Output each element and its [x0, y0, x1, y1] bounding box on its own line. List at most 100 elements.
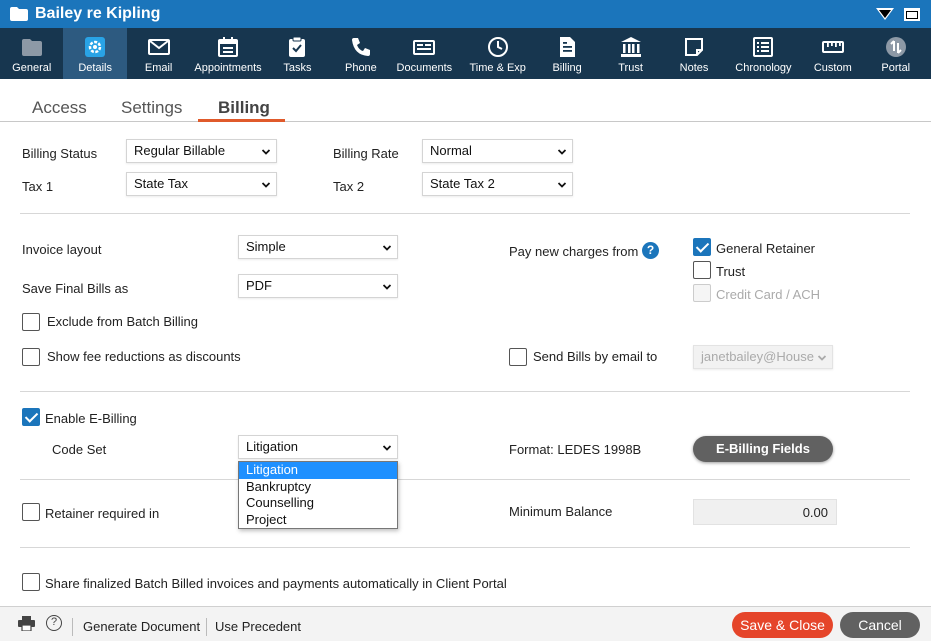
help-circle-icon[interactable]: ?	[46, 615, 62, 631]
share-portal-label: Share finalized Batch Billed invoices an…	[45, 576, 507, 591]
toolbar-tasks[interactable]: Tasks	[266, 28, 329, 79]
trust-label: Trust	[716, 264, 746, 279]
exclude-batch-label: Exclude from Batch Billing	[47, 314, 199, 329]
minimize-down-icon[interactable]	[876, 8, 894, 20]
cancel-button[interactable]: Cancel	[840, 612, 920, 638]
billing-status-label: Billing Status	[22, 146, 98, 161]
use-precedent-link[interactable]: Use Precedent	[215, 619, 301, 634]
billing-rate-label: Billing Rate	[333, 146, 399, 161]
generate-document-link[interactable]: Generate Document	[83, 619, 200, 634]
toolbar-label: Notes	[679, 62, 709, 74]
tax1-value: State Tax	[134, 176, 188, 191]
chevron-down-icon	[818, 355, 826, 361]
pay-from-label: Pay new charges from	[509, 244, 639, 259]
tab-bar: Access Settings Billing	[0, 79, 931, 122]
toolbar-details[interactable]: Details	[63, 28, 127, 79]
retainer-label: Retainer required in	[45, 506, 160, 521]
toolbar-label: Documents	[396, 62, 453, 74]
toolbar-notes[interactable]: Notes	[666, 28, 722, 79]
send-email-value: janetbailey@House	[701, 349, 814, 364]
toolbar-email[interactable]: Email	[127, 28, 190, 79]
toolbar-label: Billing	[552, 62, 582, 74]
toolbar-label: Phone	[344, 62, 377, 74]
dropdown-option[interactable]: Project	[239, 512, 397, 529]
show-fee-checkbox[interactable]	[22, 348, 40, 366]
general-retainer-checkbox[interactable]	[693, 238, 711, 256]
ebilling-fields-button[interactable]: E-Billing Fields	[693, 436, 833, 462]
section-divider	[20, 547, 910, 548]
save-final-value: PDF	[246, 278, 272, 293]
code-set-label: Code Set	[52, 442, 107, 457]
save-final-select[interactable]: PDF	[238, 274, 398, 298]
toolbar-label: Portal	[881, 62, 911, 74]
window-title: Bailey re Kipling	[35, 5, 161, 22]
envelope-icon	[147, 39, 170, 55]
tab-access[interactable]: Access	[32, 98, 87, 118]
toolbar-phone[interactable]: Phone	[329, 28, 392, 79]
ruler-icon	[821, 41, 844, 53]
toolbar-label: General	[12, 62, 52, 74]
billing-status-select[interactable]: Regular Billable	[126, 139, 277, 163]
code-set-dropdown: Litigation Bankruptcy Counselling Projec…	[238, 461, 398, 529]
toolbar-label: Email	[144, 62, 173, 74]
toolbar-general[interactable]: General	[0, 28, 63, 79]
retainer-checkbox[interactable]	[22, 503, 40, 521]
clock-icon	[487, 37, 508, 57]
section-divider	[20, 391, 910, 392]
documents-icon	[413, 40, 436, 55]
invoice-layout-select[interactable]: Simple	[238, 235, 398, 259]
toolbar-portal[interactable]: Portal	[861, 28, 931, 79]
toolbar-billing[interactable]: Billing	[539, 28, 595, 79]
chevron-down-icon	[383, 284, 391, 290]
clipboard-check-icon	[289, 36, 306, 57]
main-toolbar: General Details Email Appointments Tasks…	[0, 28, 931, 79]
chevron-down-icon	[262, 182, 270, 188]
tax1-select[interactable]: State Tax	[126, 172, 277, 196]
toolbar-label: Appointments	[194, 62, 262, 74]
toolbar-label: Time & Exp	[469, 62, 526, 74]
invoice-icon	[560, 37, 576, 57]
title-bar: Bailey re Kipling	[0, 0, 931, 28]
tax2-value: State Tax 2	[430, 176, 495, 191]
toolbar-documents[interactable]: Documents	[393, 28, 456, 79]
toolbar-chronology[interactable]: Chronology	[722, 28, 805, 79]
dropdown-option[interactable]: Litigation	[239, 462, 397, 479]
folder-icon	[21, 39, 42, 56]
min-balance-input[interactable]: 0.00	[693, 499, 837, 525]
code-set-value: Litigation	[246, 439, 299, 454]
gear-icon	[85, 37, 106, 57]
save-close-button[interactable]: Save & Close	[732, 612, 833, 638]
trust-checkbox[interactable]	[693, 261, 711, 279]
toolbar-label: Custom	[813, 62, 852, 74]
printer-icon[interactable]	[18, 616, 35, 632]
save-final-label: Save Final Bills as	[22, 281, 129, 296]
maximize-icon[interactable]	[904, 8, 920, 21]
code-set-select[interactable]: Litigation	[238, 435, 398, 459]
billing-status-value: Regular Billable	[134, 143, 226, 158]
help-icon[interactable]: ?	[642, 242, 659, 259]
toolbar-trust[interactable]: Trust	[595, 28, 666, 79]
send-email-checkbox[interactable]	[509, 348, 527, 366]
chevron-down-icon	[558, 149, 566, 155]
enable-ebilling-label: Enable E-Billing	[45, 411, 137, 426]
tax2-select[interactable]: State Tax 2	[422, 172, 573, 196]
section-divider	[20, 479, 910, 480]
billing-rate-select[interactable]: Normal	[422, 139, 573, 163]
send-email-label: Send Bills by email to	[533, 349, 658, 364]
toolbar-time-exp[interactable]: Time & Exp	[456, 28, 539, 79]
portal-icon	[885, 37, 906, 57]
tax1-label: Tax 1	[22, 179, 54, 194]
tab-settings[interactable]: Settings	[121, 98, 182, 118]
enable-ebilling-checkbox[interactable]	[22, 408, 40, 426]
send-email-select: janetbailey@House	[693, 345, 833, 369]
tab-billing[interactable]: Billing	[218, 98, 270, 118]
dropdown-option[interactable]: Bankruptcy	[239, 479, 397, 496]
share-portal-checkbox[interactable]	[22, 573, 40, 591]
dropdown-option[interactable]: Counselling	[239, 495, 397, 512]
credit-card-label: Credit Card / ACH	[716, 287, 821, 302]
list-icon	[753, 37, 774, 57]
toolbar-appointments[interactable]: Appointments	[190, 28, 265, 79]
toolbar-custom[interactable]: Custom	[805, 28, 861, 79]
exclude-batch-checkbox[interactable]	[22, 313, 40, 331]
billing-rate-value: Normal	[430, 143, 472, 158]
